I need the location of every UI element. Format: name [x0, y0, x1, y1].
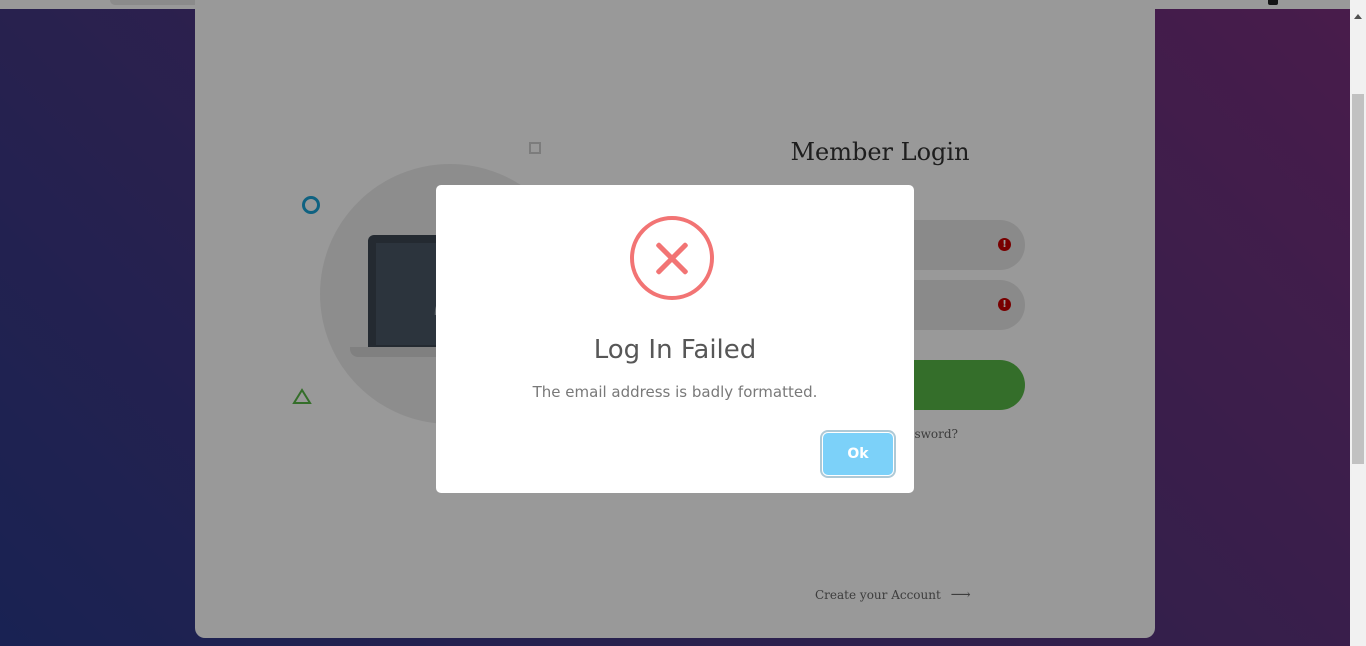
dialog-title: Log In Failed — [593, 335, 757, 365]
scrollbar-thumb[interactable] — [1352, 94, 1364, 464]
error-x-icon — [630, 216, 714, 300]
scrollbar[interactable] — [1350, 0, 1366, 646]
error-dialog: Log In Failed The email address is badly… — [436, 185, 914, 493]
dialog-message: The email address is badly formatted. — [532, 383, 818, 401]
scroll-up-icon[interactable] — [1354, 14, 1362, 19]
ok-button[interactable]: Ok — [823, 433, 893, 475]
page: Member Login ! ! ssword? Create your Acc… — [0, 0, 1366, 646]
